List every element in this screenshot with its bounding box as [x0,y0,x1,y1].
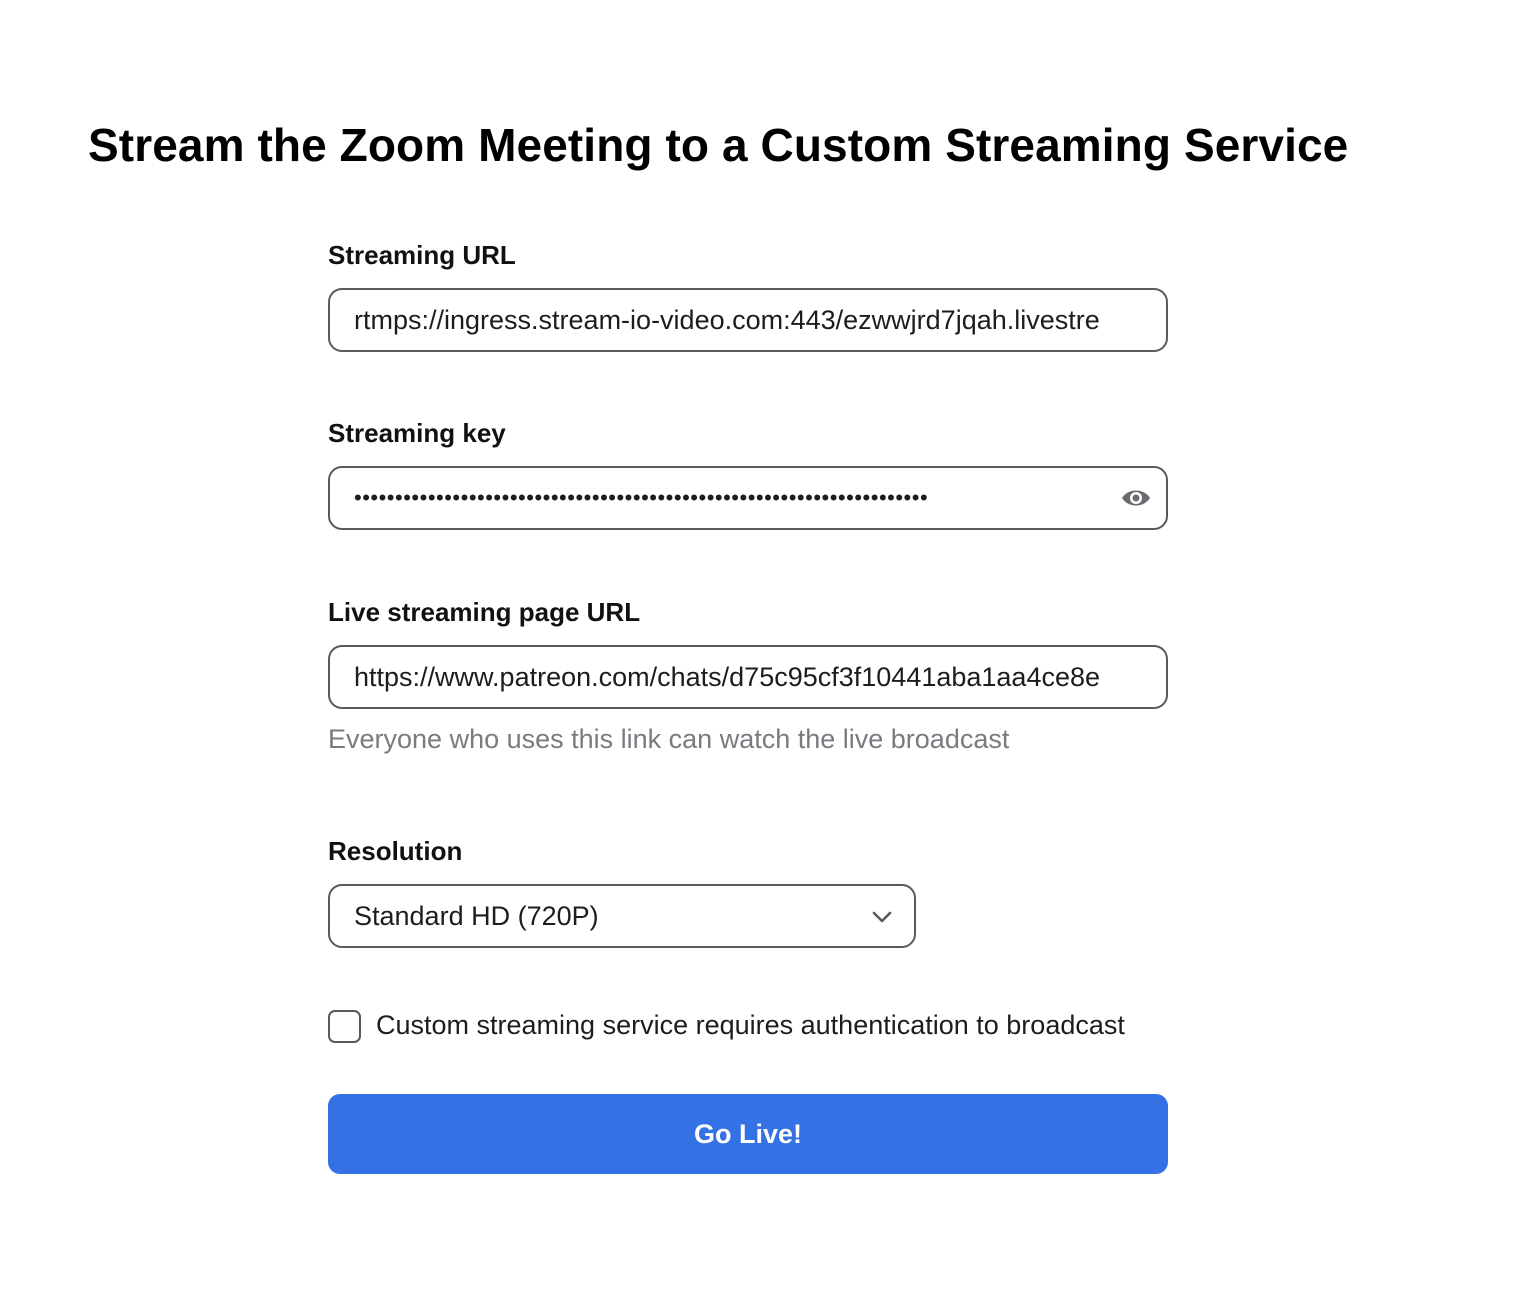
streaming-url-label: Streaming URL [328,240,516,270]
live-page-url-helper-text: Everyone who uses this link can watch th… [328,724,1010,754]
live-page-url-input[interactable] [354,647,1144,707]
custom-streaming-page: Stream the Zoom Meeting to a Custom Stre… [0,0,1538,1308]
streaming-key-label: Streaming key [328,418,506,448]
streaming-url-field-container [328,288,1168,352]
authentication-checkbox-label[interactable]: Custom streaming service requires authen… [376,1010,1125,1041]
go-live-button[interactable]: Go Live! [328,1094,1168,1174]
resolution-selected-value: Standard HD (720P) [354,901,599,931]
resolution-select[interactable]: Standard HD (720P) [328,884,916,948]
live-page-url-label: Live streaming page URL [328,597,641,627]
streaming-url-input[interactable] [354,290,1144,350]
chevron-down-icon [870,906,894,928]
authentication-checkbox[interactable] [328,1010,361,1043]
eye-icon[interactable] [1120,484,1152,512]
page-title: Stream the Zoom Meeting to a Custom Stre… [88,119,1349,171]
live-page-url-field-container [328,645,1168,709]
resolution-label: Resolution [328,836,463,866]
streaming-key-input[interactable] [354,468,1112,528]
streaming-key-field-container [328,466,1168,530]
